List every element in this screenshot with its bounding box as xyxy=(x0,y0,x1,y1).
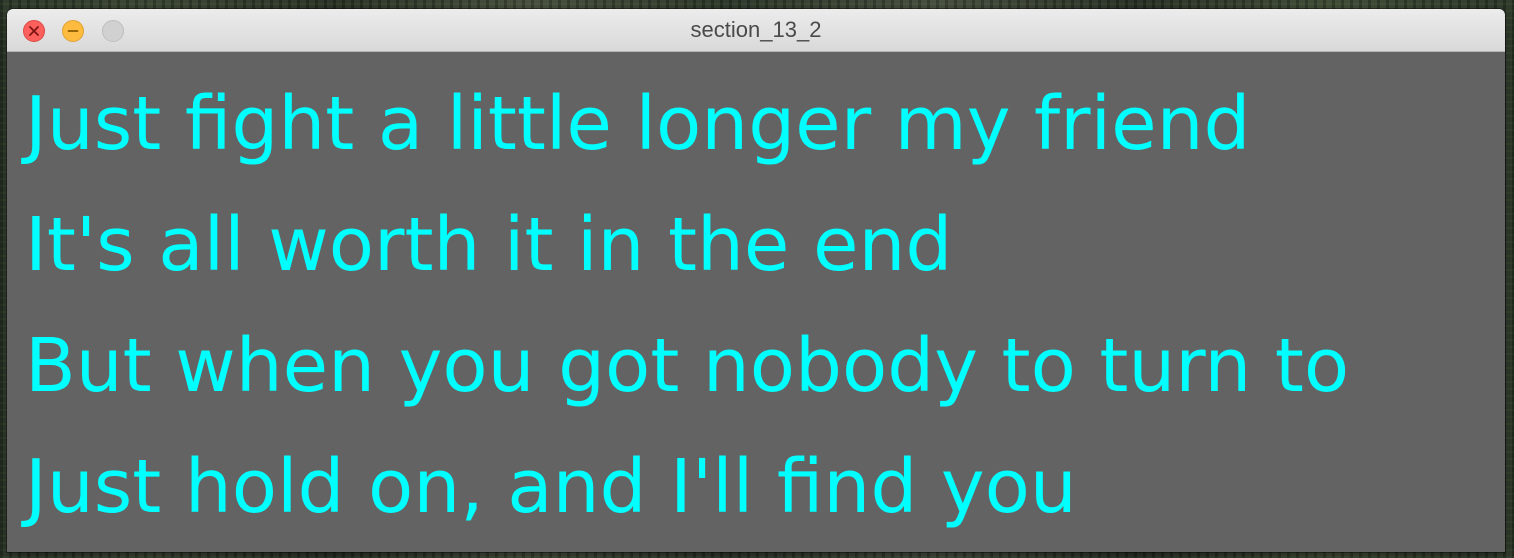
window-titlebar[interactable]: section_13_2 xyxy=(7,9,1505,52)
lyric-line-1: Just fight a little longer my friend xyxy=(25,81,1251,167)
lyric-line-2: It's all worth it in the end xyxy=(25,202,953,288)
lyrics-canvas: Just fight a little longer my friend It'… xyxy=(7,52,1505,552)
lyric-line-3: But when you got nobody to turn to xyxy=(25,323,1350,409)
window-title: section_13_2 xyxy=(690,17,822,42)
lyric-line-4: Just hold on, and I'll find you xyxy=(25,444,1077,530)
app-window: section_13_2 Just fight a little longer … xyxy=(7,9,1505,552)
